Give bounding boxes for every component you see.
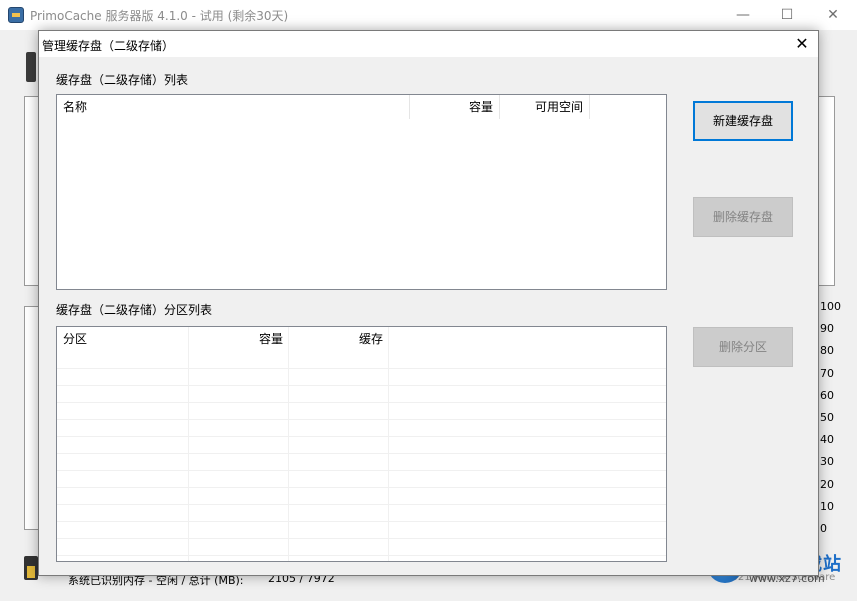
grid-row-line	[57, 436, 666, 437]
scale-tick: 100	[820, 300, 841, 313]
minimize-button[interactable]: —	[728, 4, 758, 26]
delete-partition-button[interactable]: 删除分区	[693, 327, 793, 367]
main-titlebar: PrimoCache 服务器版 4.1.0 - 试用 (剩余30天) — ☐ ✕	[0, 0, 857, 30]
dialog-title: 管理缓存盘（二级存储）	[42, 39, 175, 53]
grid-column-line	[388, 327, 389, 561]
grid-column-line	[188, 327, 189, 561]
cache-disk-list[interactable]: 名称 容量 可用空间	[56, 94, 667, 290]
maximize-button[interactable]: ☐	[772, 4, 802, 26]
grid-row-line	[57, 521, 666, 522]
grid-row-line	[57, 555, 666, 556]
grid-row-line	[57, 453, 666, 454]
grid-row-line	[57, 419, 666, 420]
column-divider[interactable]	[589, 95, 590, 119]
column-header-partition[interactable]: 分区	[57, 327, 189, 351]
scale-tick: 80	[820, 344, 834, 358]
grid-row-line	[57, 368, 666, 369]
partition-list-header: 分区 容量 缓存	[57, 327, 666, 351]
column-header-capacity[interactable]: 容量	[409, 95, 499, 119]
primocache-app-icon	[8, 7, 24, 23]
toolbar-icon[interactable]	[26, 52, 36, 82]
grid-column-line	[288, 327, 289, 561]
scale-tick: 20	[820, 477, 834, 491]
dialog-close-button[interactable]: ✕	[790, 32, 814, 56]
column-header-cache[interactable]: 缓存	[289, 327, 389, 351]
new-cache-disk-button[interactable]: 新建缓存盘	[693, 101, 793, 141]
cache-disk-list-header: 名称 容量 可用空间	[57, 95, 666, 119]
grid-row-line	[57, 538, 666, 539]
partition-list[interactable]: 分区 容量 缓存	[56, 326, 667, 562]
memory-icon	[24, 556, 38, 580]
manage-cache-disk-dialog: 管理缓存盘（二级存储） ✕ 缓存盘（二级存储）列表 名称 容量 可用空间 缓存盘…	[38, 30, 819, 576]
scale-tick: 40	[820, 433, 834, 447]
usage-scale: 100 90 80 70 60 50 40 30 20 10 0	[820, 300, 857, 544]
grid-row-line	[57, 487, 666, 488]
scale-tick: 70	[820, 366, 834, 380]
scale-tick: 30	[820, 455, 834, 469]
partition-list-label: 缓存盘（二级存储）分区列表	[56, 303, 213, 317]
scale-tick: 60	[820, 388, 834, 402]
column-header-free-space[interactable]: 可用空间	[499, 95, 589, 119]
grid-row-line	[57, 385, 666, 386]
main-window-title: PrimoCache 服务器版 4.1.0 - 试用 (剩余30天)	[30, 9, 289, 23]
column-header-capacity[interactable]: 容量	[189, 327, 289, 351]
grid-row-line	[57, 470, 666, 471]
scale-tick: 10	[820, 499, 834, 513]
dialog-titlebar[interactable]: 管理缓存盘（二级存储） ✕	[39, 31, 818, 57]
scale-tick: 50	[820, 410, 834, 424]
delete-cache-disk-button[interactable]: 删除缓存盘	[693, 197, 793, 237]
grid-row-line	[57, 402, 666, 403]
scale-tick: 90	[820, 322, 834, 336]
grid-row-line	[57, 504, 666, 505]
main-close-button[interactable]: ✕	[818, 4, 848, 26]
scale-tick: 0	[820, 521, 827, 535]
column-header-name[interactable]: 名称	[57, 95, 409, 119]
cache-disk-list-label: 缓存盘（二级存储）列表	[56, 73, 189, 87]
